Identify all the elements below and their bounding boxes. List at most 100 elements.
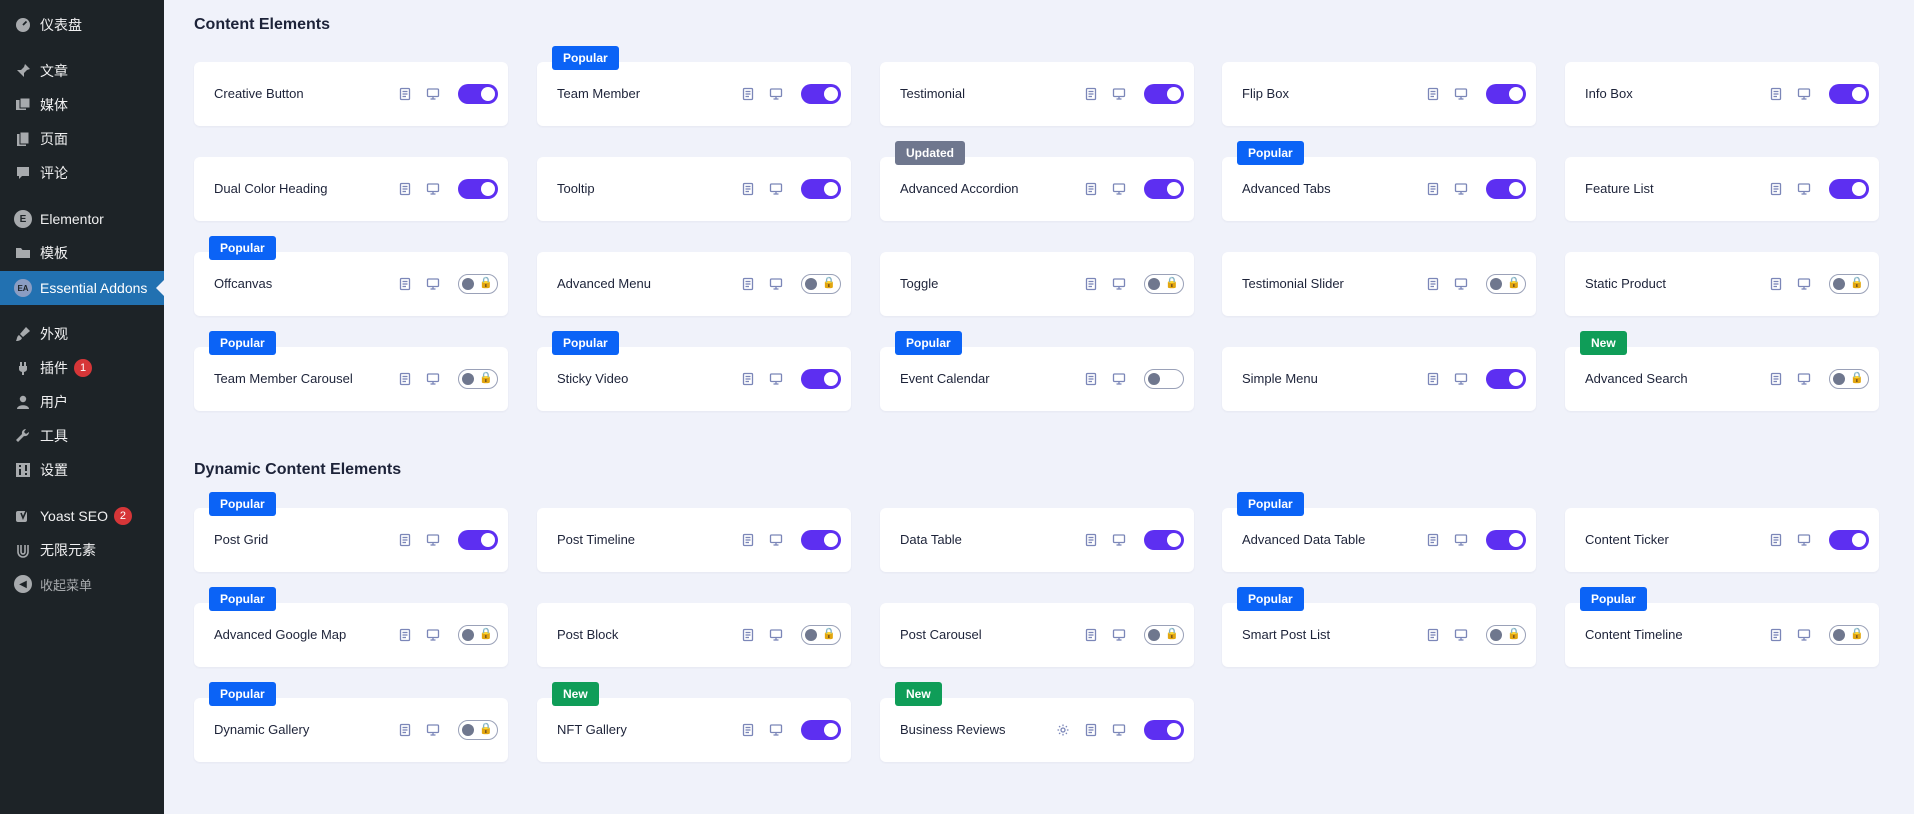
- documentation-icon[interactable]: [741, 87, 755, 101]
- pro-locked-toggle[interactable]: 🔒: [801, 625, 841, 645]
- pro-locked-toggle[interactable]: 🔒: [1486, 625, 1526, 645]
- demo-monitor-icon[interactable]: [769, 182, 783, 196]
- demo-monitor-icon[interactable]: [1112, 533, 1126, 547]
- demo-monitor-icon[interactable]: [769, 723, 783, 737]
- sidebar-item-5[interactable]: E Elementor: [0, 202, 164, 236]
- documentation-icon[interactable]: [741, 723, 755, 737]
- documentation-icon[interactable]: [1426, 182, 1440, 196]
- element-toggle[interactable]: [458, 530, 498, 550]
- documentation-icon[interactable]: [398, 372, 412, 386]
- pro-locked-toggle[interactable]: 🔒: [458, 720, 498, 740]
- demo-monitor-icon[interactable]: [1454, 628, 1468, 642]
- element-toggle[interactable]: [1144, 720, 1184, 740]
- demo-monitor-icon[interactable]: [1112, 182, 1126, 196]
- demo-monitor-icon[interactable]: [1454, 182, 1468, 196]
- element-toggle[interactable]: [801, 179, 841, 199]
- pro-locked-toggle[interactable]: 🔒: [1144, 274, 1184, 294]
- demo-monitor-icon[interactable]: [1797, 372, 1811, 386]
- element-toggle[interactable]: [1144, 84, 1184, 104]
- documentation-icon[interactable]: [1084, 628, 1098, 642]
- element-toggle[interactable]: [1486, 84, 1526, 104]
- pro-locked-toggle[interactable]: 🔒: [458, 369, 498, 389]
- pro-locked-toggle[interactable]: 🔒: [1829, 369, 1869, 389]
- documentation-icon[interactable]: [398, 628, 412, 642]
- sidebar-item-15[interactable]: ◀ 收起菜单: [0, 567, 164, 601]
- documentation-icon[interactable]: [1426, 628, 1440, 642]
- sidebar-item-2[interactable]: 媒体: [0, 88, 164, 122]
- demo-monitor-icon[interactable]: [769, 628, 783, 642]
- sidebar-item-12[interactable]: 设置: [0, 453, 164, 487]
- documentation-icon[interactable]: [1084, 87, 1098, 101]
- element-toggle[interactable]: [801, 369, 841, 389]
- documentation-icon[interactable]: [741, 182, 755, 196]
- demo-monitor-icon[interactable]: [426, 372, 440, 386]
- demo-monitor-icon[interactable]: [1797, 87, 1811, 101]
- demo-monitor-icon[interactable]: [769, 277, 783, 291]
- pro-locked-toggle[interactable]: 🔒: [1829, 274, 1869, 294]
- sidebar-item-14[interactable]: 无限元素: [0, 533, 164, 567]
- sidebar-item-8[interactable]: 外观: [0, 317, 164, 351]
- demo-monitor-icon[interactable]: [1797, 533, 1811, 547]
- documentation-icon[interactable]: [1084, 182, 1098, 196]
- documentation-icon[interactable]: [398, 533, 412, 547]
- documentation-icon[interactable]: [741, 277, 755, 291]
- documentation-icon[interactable]: [741, 372, 755, 386]
- demo-monitor-icon[interactable]: [1112, 723, 1126, 737]
- element-toggle[interactable]: [1486, 530, 1526, 550]
- demo-monitor-icon[interactable]: [1797, 182, 1811, 196]
- element-toggle[interactable]: [801, 530, 841, 550]
- demo-monitor-icon[interactable]: [426, 628, 440, 642]
- demo-monitor-icon[interactable]: [1454, 277, 1468, 291]
- documentation-icon[interactable]: [1084, 372, 1098, 386]
- demo-monitor-icon[interactable]: [769, 372, 783, 386]
- demo-monitor-icon[interactable]: [769, 533, 783, 547]
- documentation-icon[interactable]: [1769, 533, 1783, 547]
- demo-monitor-icon[interactable]: [1454, 533, 1468, 547]
- element-toggle[interactable]: [1486, 369, 1526, 389]
- sidebar-item-11[interactable]: 工具: [0, 419, 164, 453]
- demo-monitor-icon[interactable]: [1112, 87, 1126, 101]
- demo-monitor-icon[interactable]: [1797, 277, 1811, 291]
- documentation-icon[interactable]: [398, 182, 412, 196]
- sidebar-item-4[interactable]: 评论: [0, 156, 164, 190]
- documentation-icon[interactable]: [1084, 723, 1098, 737]
- demo-monitor-icon[interactable]: [426, 533, 440, 547]
- pro-locked-toggle[interactable]: 🔒: [458, 625, 498, 645]
- demo-monitor-icon[interactable]: [769, 87, 783, 101]
- sidebar-item-6[interactable]: 模板: [0, 236, 164, 270]
- sidebar-item-3[interactable]: 页面: [0, 122, 164, 156]
- pro-locked-toggle[interactable]: 🔒: [1486, 274, 1526, 294]
- element-toggle[interactable]: [801, 720, 841, 740]
- documentation-icon[interactable]: [1426, 372, 1440, 386]
- documentation-icon[interactable]: [741, 628, 755, 642]
- documentation-icon[interactable]: [398, 87, 412, 101]
- documentation-icon[interactable]: [741, 533, 755, 547]
- documentation-icon[interactable]: [398, 277, 412, 291]
- element-toggle[interactable]: [1829, 530, 1869, 550]
- demo-monitor-icon[interactable]: [426, 277, 440, 291]
- pro-locked-toggle[interactable]: 🔒: [1144, 625, 1184, 645]
- element-toggle[interactable]: [1144, 530, 1184, 550]
- documentation-icon[interactable]: [1769, 628, 1783, 642]
- documentation-icon[interactable]: [1769, 182, 1783, 196]
- demo-monitor-icon[interactable]: [1454, 87, 1468, 101]
- sidebar-item-10[interactable]: 用户: [0, 385, 164, 419]
- element-toggle[interactable]: [1144, 179, 1184, 199]
- demo-monitor-icon[interactable]: [1112, 372, 1126, 386]
- element-toggle[interactable]: [1829, 84, 1869, 104]
- element-toggle[interactable]: [458, 84, 498, 104]
- pro-locked-toggle[interactable]: 🔒: [1829, 625, 1869, 645]
- documentation-icon[interactable]: [1426, 277, 1440, 291]
- pro-locked-toggle[interactable]: 🔒: [801, 274, 841, 294]
- element-toggle[interactable]: [1486, 179, 1526, 199]
- demo-monitor-icon[interactable]: [1797, 628, 1811, 642]
- demo-monitor-icon[interactable]: [1112, 277, 1126, 291]
- element-toggle[interactable]: [801, 84, 841, 104]
- demo-monitor-icon[interactable]: [1454, 372, 1468, 386]
- pro-locked-toggle[interactable]: 🔒: [458, 274, 498, 294]
- documentation-icon[interactable]: [1769, 372, 1783, 386]
- documentation-icon[interactable]: [1426, 87, 1440, 101]
- settings-gear-icon[interactable]: [1056, 723, 1070, 737]
- sidebar-item-7[interactable]: EA Essential Addons: [0, 271, 164, 305]
- demo-monitor-icon[interactable]: [426, 182, 440, 196]
